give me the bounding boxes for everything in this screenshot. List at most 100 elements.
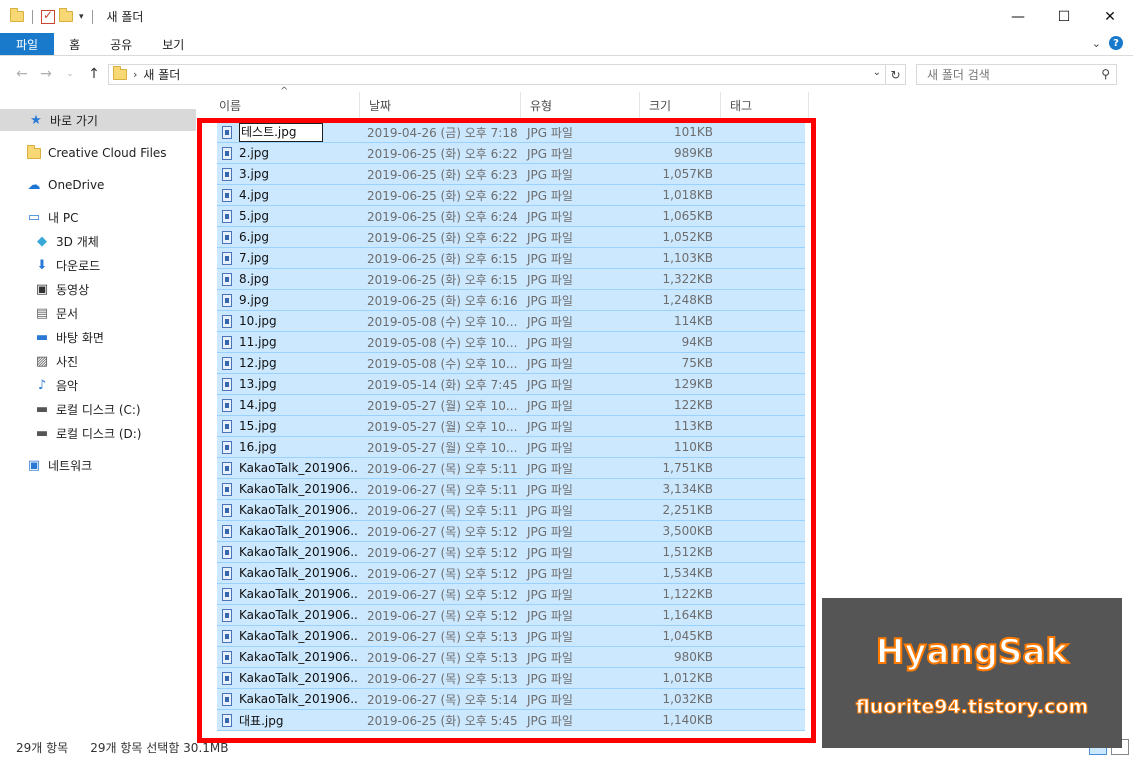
file-type: JPG 파일 [527,650,573,665]
table-row[interactable]: KakaoTalk_201906... 2019-06-27 (목) 오후 5:1… [217,605,805,626]
tab-home[interactable]: 홈 [54,33,95,55]
download-icon: ⬇ [36,257,48,273]
table-row[interactable]: 4.jpg 2019-06-25 (화) 오후 6:22 JPG 파일 1,018KB [217,185,805,206]
table-row[interactable]: KakaoTalk_201906... 2019-06-27 (목) 오후 5:1… [217,521,805,542]
table-row[interactable]: KakaoTalk_201906... 2019-06-27 (목) 오후 5:1… [217,626,805,647]
customize-toolbar-icon[interactable]: ▾ [79,12,84,22]
address-dropdown-icon[interactable]: ⌄ [873,67,881,78]
file-type: JPG 파일 [527,419,573,434]
expand-ribbon-icon[interactable]: ⌄ [1092,37,1101,50]
file-name: KakaoTalk_201906... [239,587,359,601]
watermark-url: fluorite94.tistory.com [855,696,1089,719]
table-row[interactable]: 2.jpg 2019-06-25 (화) 오후 6:22 JPG 파일 989KB [217,143,805,164]
file-type: JPG 파일 [527,293,573,308]
file-name: 8.jpg [239,272,270,286]
table-row[interactable]: 14.jpg 2019-05-27 (월) 오후 10... JPG 파일 122KB [217,395,805,416]
file-name: 12.jpg [239,356,277,370]
table-row[interactable]: 테스트.jpg 2019-04-26 (금) 오후 7:18 JPG 파일 101KB [217,122,805,143]
table-row[interactable]: 16.jpg 2019-05-27 (월) 오후 10... JPG 파일 110KB [217,437,805,458]
file-type: JPG 파일 [527,125,573,140]
table-row[interactable]: KakaoTalk_201906... 2019-06-27 (목) 오후 5:1… [217,500,805,521]
close-button[interactable]: ✕ [1087,0,1133,33]
sidebar-item-quick-access[interactable]: ★ 바로 가기 [0,109,196,131]
tab-share[interactable]: 공유 [95,33,147,55]
new-folder-icon[interactable] [59,8,73,22]
properties-icon[interactable] [41,8,55,24]
table-row[interactable]: KakaoTalk_201906... 2019-06-27 (목) 오후 5:1… [217,647,805,668]
table-row[interactable]: KakaoTalk_201906... 2019-06-27 (목) 오후 5:1… [217,563,805,584]
table-row[interactable]: 3.jpg 2019-06-25 (화) 오후 6:23 JPG 파일 1,057KB [217,164,805,185]
file-name: 15.jpg [239,419,277,433]
file-type: JPG 파일 [527,167,573,182]
breadcrumb-chevron-icon[interactable]: › [133,68,137,81]
sidebar-item-desktop[interactable]: ▬ 바탕 화면 [34,326,104,348]
table-row[interactable]: 10.jpg 2019-05-08 (수) 오후 10... JPG 파일 114KB [217,311,805,332]
sidebar-item-network[interactable]: ▣ 네트워크 [26,454,92,476]
table-row[interactable]: KakaoTalk_201906... 2019-06-27 (목) 오후 5:1… [217,479,805,500]
table-row[interactable]: 11.jpg 2019-05-08 (수) 오후 10... JPG 파일 94KB [217,332,805,353]
file-date: 2019-06-25 (화) 오후 6:23 [367,167,518,182]
minimize-button[interactable]: — [995,0,1041,33]
table-row[interactable]: KakaoTalk_201906... 2019-06-27 (목) 오후 5:1… [217,668,805,689]
file-type: JPG 파일 [527,314,573,329]
sidebar-item-drive-d[interactable]: ▬ 로컬 디스크 (D:) [34,422,142,444]
sidebar-item-this-pc[interactable]: ▭ 내 PC [26,206,79,228]
search-input[interactable]: 새 폴더 검색 ⚲ [916,64,1117,85]
sidebar-item-documents[interactable]: ▤ 문서 [34,302,78,324]
tab-file[interactable]: 파일 [0,33,55,55]
file-type: JPG 파일 [527,566,573,581]
table-row[interactable]: KakaoTalk_201906... 2019-06-27 (목) 오후 5:1… [217,542,805,563]
column-header-date[interactable]: 날짜 [360,92,521,118]
file-name: 9.jpg [239,293,270,307]
up-arrow-icon[interactable]: ↑ [82,66,106,82]
sidebar-item-videos[interactable]: ▣ 동영상 [34,278,89,300]
back-arrow-icon[interactable]: ← [10,66,34,82]
table-row[interactable]: KakaoTalk_201906... 2019-06-27 (목) 오후 5:1… [217,458,805,479]
table-row[interactable]: 12.jpg 2019-05-08 (수) 오후 10... JPG 파일 75KB [217,353,805,374]
sidebar-item-music[interactable]: ♪ 음악 [34,374,78,396]
table-row[interactable]: 대표.jpg 2019-06-25 (화) 오후 5:45 JPG 파일 1,140K… [217,710,805,731]
file-type: JPG 파일 [527,461,573,476]
maximize-button[interactable]: ☐ [1041,0,1087,33]
breadcrumb[interactable]: 새 폴더 [143,66,180,83]
table-row[interactable]: KakaoTalk_201906... 2019-06-27 (목) 오후 5:1… [217,584,805,605]
table-row[interactable]: 13.jpg 2019-05-14 (화) 오후 7:45 JPG 파일 129KB [217,374,805,395]
file-type: JPG 파일 [527,209,573,224]
column-header-type[interactable]: 유형 [521,92,640,118]
sidebar-item-3d-objects[interactable]: ◆ 3D 개체 [34,230,99,252]
file-type: JPG 파일 [527,335,573,350]
table-row[interactable]: 7.jpg 2019-06-25 (화) 오후 6:15 JPG 파일 1,103KB [217,248,805,269]
sidebar-item-creative-cloud[interactable]: Creative Cloud Files [26,142,167,164]
title-bar: ▾ 새 폴더 — ☐ ✕ [0,0,1133,33]
file-name: KakaoTalk_201906... [239,503,359,517]
forward-arrow-icon[interactable]: → [34,66,58,82]
sidebar-item-pictures[interactable]: ▨ 사진 [34,350,78,372]
file-type: JPG 파일 [527,377,573,392]
jpg-file-icon [222,189,232,202]
sort-ascending-icon: ^ [280,86,289,97]
help-icon[interactable]: ? [1109,36,1123,50]
sidebar-item-drive-c[interactable]: ▬ 로컬 디스크 (C:) [34,398,141,420]
file-type: JPG 파일 [527,587,573,602]
refresh-button[interactable]: ↻ [886,64,906,85]
rename-field[interactable]: 테스트.jpg [239,123,323,142]
table-row[interactable]: 9.jpg 2019-06-25 (화) 오후 6:16 JPG 파일 1,248KB [217,290,805,311]
address-bar[interactable]: › 새 폴더 ⌄ [108,64,886,85]
video-icon: ▣ [35,281,49,297]
column-header-name[interactable]: ^ 이름 [200,86,360,118]
jpg-file-icon [222,714,232,727]
file-name: KakaoTalk_201906... [239,524,359,538]
sidebar-item-downloads[interactable]: ⬇ 다운로드 [34,254,101,276]
column-header-size[interactable]: 크기 [640,92,721,118]
tab-view[interactable]: 보기 [147,33,199,55]
table-row[interactable]: 15.jpg 2019-05-27 (월) 오후 10... JPG 파일 113KB [217,416,805,437]
table-row[interactable]: 6.jpg 2019-06-25 (화) 오후 6:22 JPG 파일 1,052KB [217,227,805,248]
column-header-tags[interactable]: 태그 [721,92,809,118]
sidebar-item-onedrive[interactable]: ☁ OneDrive [26,174,105,196]
table-row[interactable]: 5.jpg 2019-06-25 (화) 오후 6:24 JPG 파일 1,065KB [217,206,805,227]
cc-folder-icon [26,144,42,160]
table-row[interactable]: KakaoTalk_201906... 2019-06-27 (목) 오후 5:1… [217,689,805,710]
file-date: 2019-06-27 (목) 오후 5:13 [367,650,518,665]
table-row[interactable]: 8.jpg 2019-06-25 (화) 오후 6:15 JPG 파일 1,322KB [217,269,805,290]
recent-locations-icon[interactable]: ⌄ [58,69,82,79]
